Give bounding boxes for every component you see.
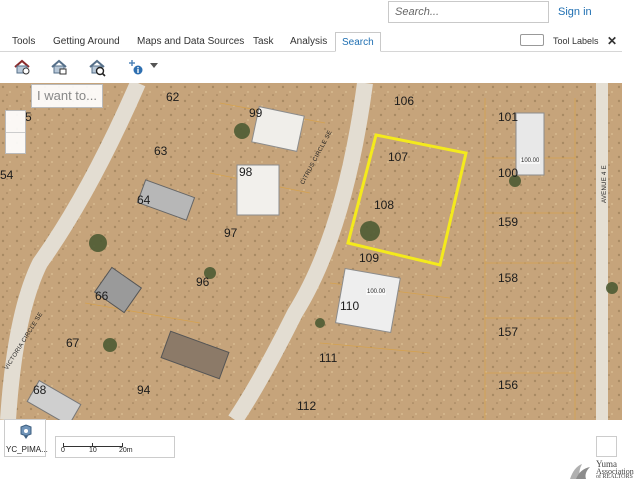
tab-tools[interactable]: Tools (12, 36, 35, 47)
parcel-label[interactable]: 66 (95, 289, 108, 303)
parcel-label[interactable]: 110 (340, 299, 359, 313)
parcel-label[interactable]: 64 (137, 193, 150, 207)
parcel-label[interactable]: 100 (498, 166, 518, 180)
sign-in-link[interactable]: Sign in (558, 6, 592, 18)
parcel-label[interactable]: 98 (239, 165, 252, 179)
identify-icon[interactable] (125, 56, 147, 78)
parcel-label[interactable]: 101 (498, 110, 518, 124)
parcel-label[interactable]: 99 (249, 106, 262, 120)
tab-search[interactable]: Search (335, 32, 381, 52)
map-layers-icon (20, 424, 32, 439)
basemap-selector[interactable]: YC_PIMA... (4, 419, 48, 457)
parcel-label[interactable]: 156 (498, 378, 518, 392)
parcel-label[interactable]: 158 (498, 271, 518, 285)
search-toolbar (0, 53, 622, 81)
chevron-down-icon[interactable] (150, 63, 158, 68)
parcel-label[interactable]: 94 (137, 383, 150, 397)
parcel-label[interactable]: 112 (297, 399, 316, 413)
map-view[interactable]: 62 99 106 101 5 63 107 100 54 98 64 108 … (0, 83, 622, 420)
i-want-to-menu[interactable]: I want to... (31, 84, 103, 108)
tab-analysis[interactable]: Analysis (290, 36, 327, 47)
tab-bar: Tools Getting Around Maps and Data Sourc… (0, 32, 622, 52)
close-icon[interactable]: ✕ (607, 34, 617, 48)
house-zoom-icon[interactable] (86, 56, 108, 78)
tool-labels-toggle[interactable] (520, 34, 544, 46)
scale-bar: 0 10 20m (55, 436, 175, 458)
parcel-label[interactable]: 63 (154, 144, 167, 158)
parcel-label[interactable]: 67 (66, 336, 79, 350)
tab-maps-and-data-sources[interactable]: Maps and Data Sources (137, 36, 244, 47)
parcel-label[interactable]: 54 (0, 168, 13, 182)
house-search-icon[interactable] (11, 56, 33, 78)
scale-label-0: 0 (61, 447, 65, 454)
parcel-label[interactable]: 97 (224, 226, 237, 240)
parcel-label[interactable]: 96 (196, 275, 209, 289)
parcel-label[interactable]: 111 (319, 351, 337, 365)
house-select-icon[interactable] (48, 56, 70, 78)
basemap-label: YC_PIMA... (6, 445, 48, 454)
logo-mark-icon (570, 464, 590, 479)
parcel-label[interactable]: 62 (166, 90, 179, 104)
search-input[interactable] (388, 1, 549, 23)
parcel-label[interactable]: 107 (388, 150, 408, 164)
scale-label-20m: 20m (119, 447, 133, 454)
top-bar: Sign in (0, 0, 640, 30)
logo-line3: of REALTORS (596, 474, 633, 480)
yuma-realtors-logo: Yuma Association of REALTORS (566, 459, 638, 481)
area-tag: 100.00 (520, 158, 541, 164)
parcel-label[interactable]: 159 (498, 215, 518, 229)
parcel-label[interactable]: 106 (394, 94, 414, 108)
area-tag: 100.00 (366, 289, 387, 295)
scale-label-10: 10 (89, 447, 97, 454)
tab-getting-around[interactable]: Getting Around (53, 36, 120, 47)
parcel-label[interactable]: 157 (498, 325, 518, 339)
aerial-imagery (0, 83, 622, 420)
parcel-label[interactable]: 108 (374, 198, 394, 212)
parcel-label[interactable]: 5 (25, 110, 32, 124)
map-corner-button[interactable] (596, 436, 617, 457)
parcel-label[interactable]: 109 (359, 251, 379, 265)
tool-labels-text: Tool Labels (553, 36, 599, 46)
zoom-controls (5, 110, 26, 154)
parcel-label[interactable]: 68 (33, 383, 46, 397)
zoom-in-button[interactable] (6, 111, 25, 132)
zoom-out-button[interactable] (6, 132, 25, 153)
road-label-avenue-4e: AVENUE 4 E (602, 165, 608, 203)
tab-task[interactable]: Task (253, 36, 274, 47)
